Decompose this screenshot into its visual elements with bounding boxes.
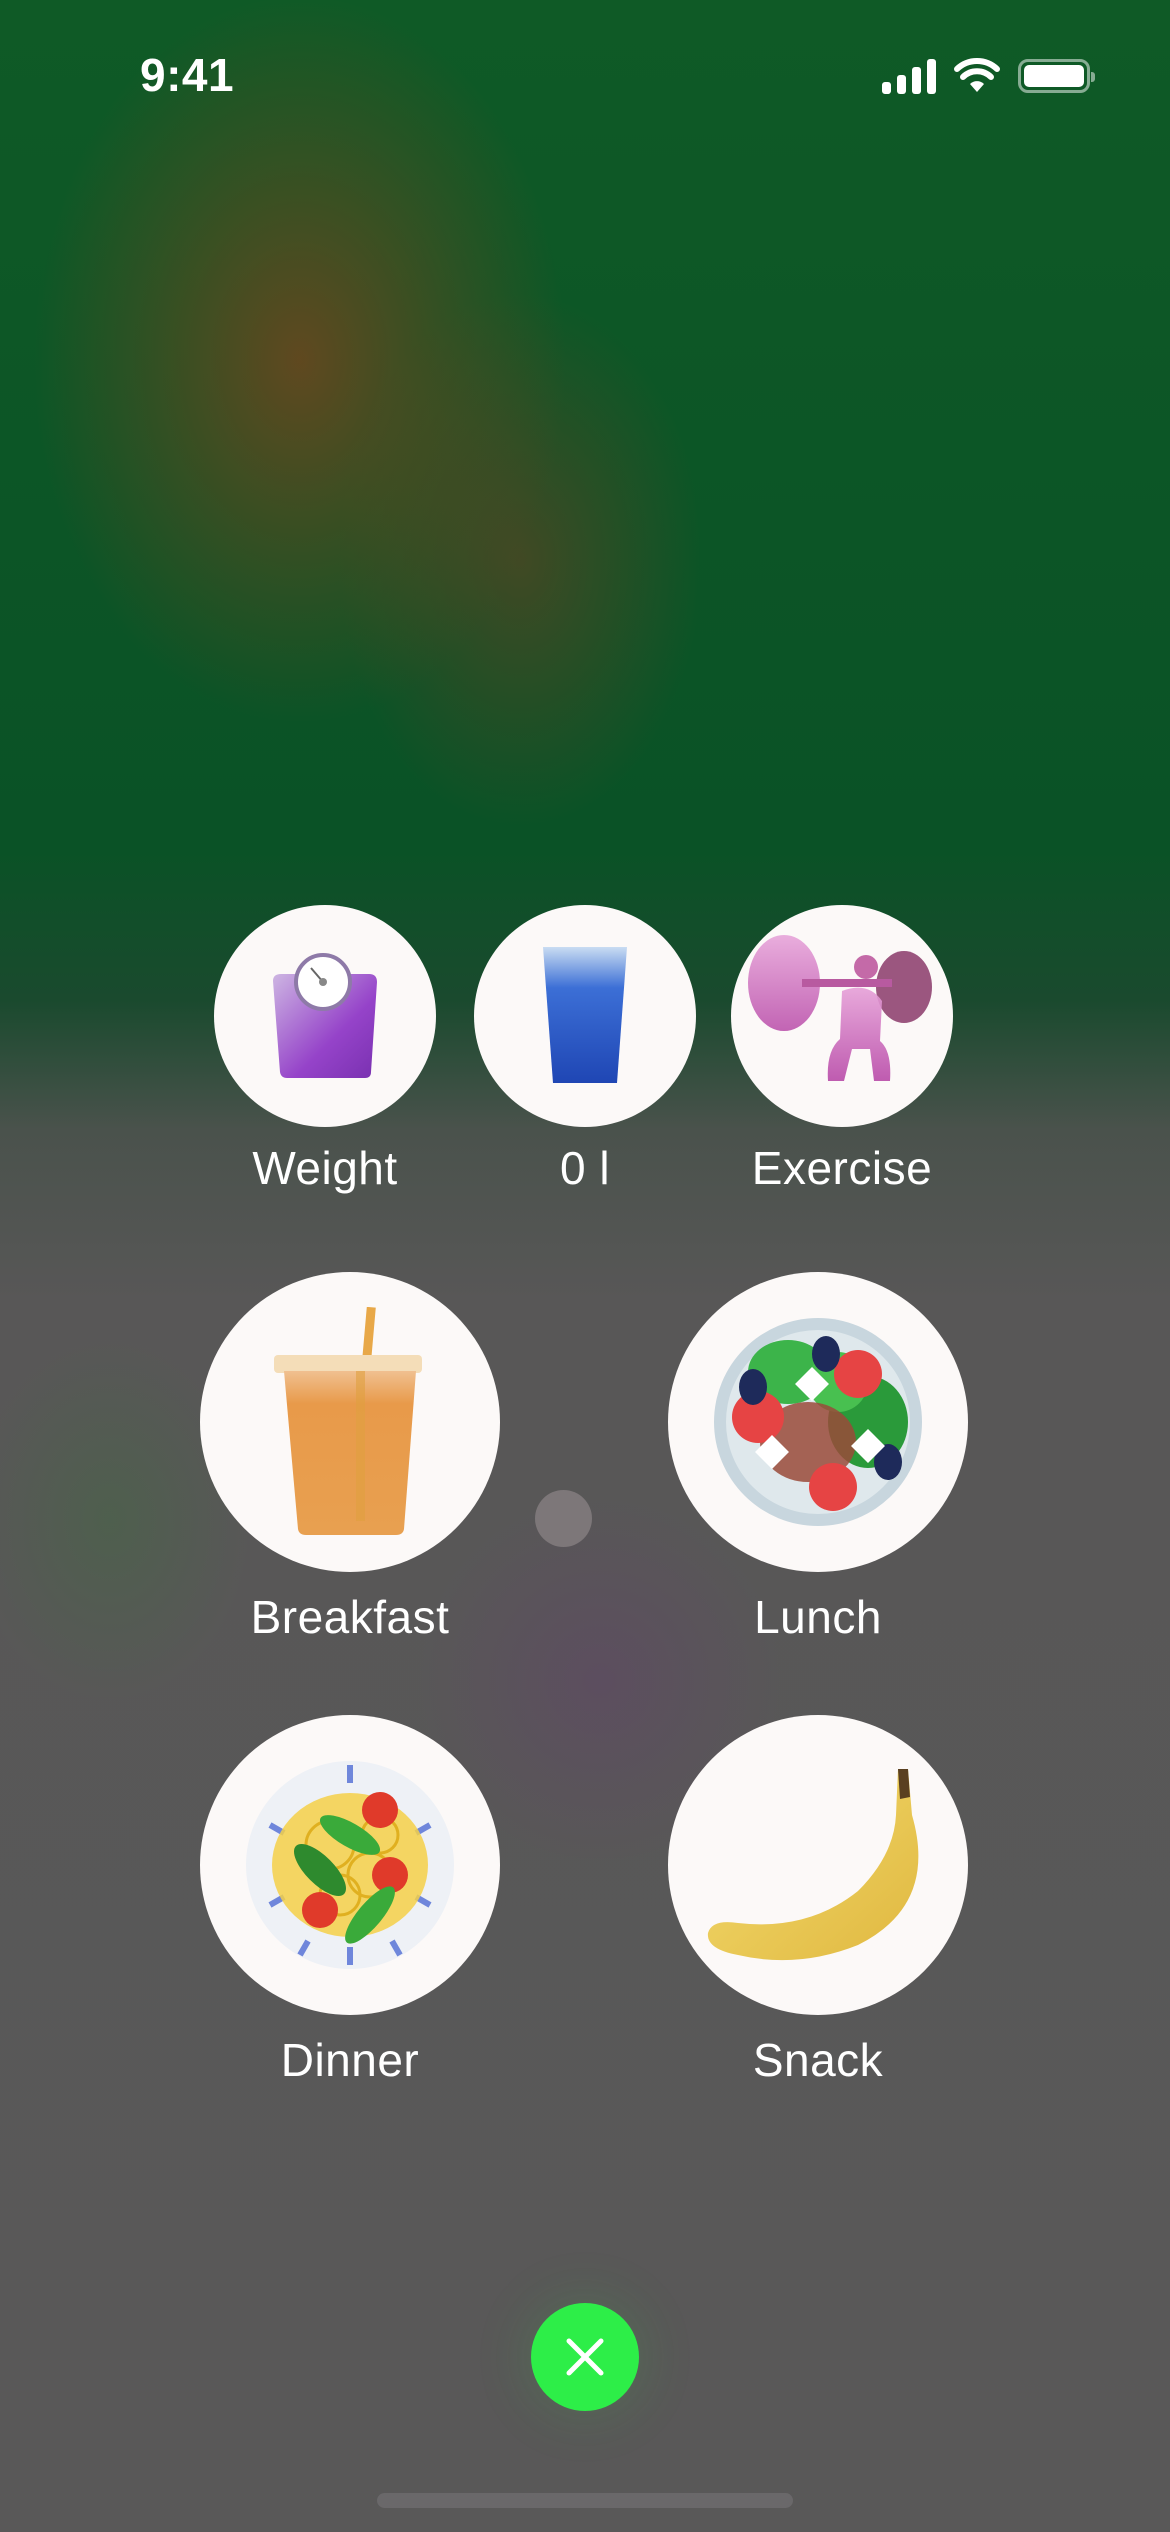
status-time: 9:41	[140, 49, 235, 101]
banana-icon	[668, 1715, 968, 2015]
lunch-button[interactable]: Lunch	[668, 1272, 968, 1644]
home-indicator[interactable]	[377, 2493, 793, 2508]
bathroom-scale-icon	[214, 905, 436, 1127]
wifi-icon	[954, 58, 1000, 92]
breakfast-label: Breakfast	[250, 1591, 450, 1643]
dinner-label: Dinner	[280, 2034, 420, 2086]
water-label: 0 l	[559, 1142, 611, 1194]
cellular-signal-icon	[882, 58, 936, 94]
close-icon	[566, 2338, 604, 2376]
exercise-label: Exercise	[751, 1142, 933, 1194]
iced-drink-icon	[200, 1272, 500, 1572]
salad-bowl-icon	[668, 1272, 968, 1572]
status-icons	[882, 58, 1095, 94]
snack-label: Snack	[752, 2034, 884, 2086]
lunch-label: Lunch	[754, 1591, 882, 1643]
snack-button[interactable]: Snack	[668, 1715, 968, 2087]
close-button[interactable]	[531, 2303, 639, 2411]
pasta-plate-icon	[200, 1715, 500, 2015]
page-indicator-dot	[535, 1490, 592, 1547]
weight-label: Weight	[252, 1142, 398, 1194]
status-bar: 9:41	[0, 0, 1170, 150]
weightlifter-icon	[731, 905, 953, 1127]
weight-button[interactable]: Weight	[205, 905, 445, 1195]
breakfast-button[interactable]: Breakfast	[200, 1272, 500, 1644]
water-glass-icon	[474, 905, 696, 1127]
battery-icon	[1018, 59, 1095, 93]
exercise-button[interactable]: Exercise	[722, 905, 962, 1195]
blurred-background	[0, 0, 1170, 2532]
dinner-button[interactable]: Dinner	[200, 1715, 500, 2087]
water-button[interactable]: 0 l	[465, 905, 705, 1195]
